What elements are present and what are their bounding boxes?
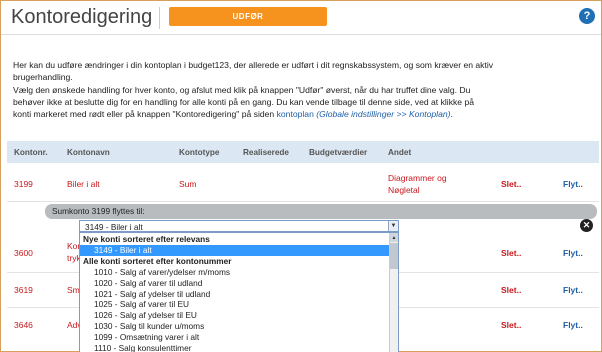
scroll-up-icon[interactable]: ▲ [390, 233, 398, 242]
dropdown-option[interactable]: 1026 - Salg af ydelser til EU [80, 310, 390, 321]
intro-line: konti markeret med rødt eller på knappen… [13, 108, 573, 120]
dropdown-option[interactable]: 1025 - Salg af varer til EU [80, 299, 390, 310]
dropdown-option[interactable]: 1110 - Salg konsulenttimer [80, 343, 390, 352]
title-divider [159, 7, 160, 29]
intro-line: brugerhandling. [13, 72, 73, 83]
row-kontonavn[interactable]: Biler i alt [67, 179, 100, 189]
dropdown-option[interactable]: 1020 - Salg af varer til udland [80, 278, 390, 289]
row-kontonr[interactable]: 3199 [14, 179, 33, 189]
col-kontotype: Kontotype [179, 148, 220, 157]
row-andet-line1[interactable]: Diagrammer og [388, 173, 447, 183]
dropdown-option[interactable]: 1099 - Omsætning varer i alt [80, 332, 390, 343]
flyt-button[interactable]: Flyt.. [563, 179, 583, 189]
row-kontotype: Sum [179, 179, 197, 189]
table-header: Kontonr. Kontonavn Kontotype Realiserede… [7, 141, 599, 163]
slet-button[interactable]: Slet.. [501, 179, 521, 189]
kontoplan-link[interactable]: kontoplan [277, 109, 314, 119]
select-value: 3149 - Biler i alt [85, 222, 143, 232]
intro-text: Her kan du udføre ændringer i din kontop… [13, 59, 573, 120]
row-kontonr[interactable]: 3619 [14, 285, 33, 295]
target-account-select[interactable]: 3149 - Biler i alt ▼ [79, 220, 399, 232]
chevron-down-icon[interactable]: ▼ [388, 221, 398, 231]
header-bar: Kontoredigering UDFØR ? [1, 1, 601, 35]
page-title: Kontoredigering [11, 6, 153, 28]
move-label: Sumkonto 3199 flyttes til: [52, 206, 145, 216]
flyt-button[interactable]: Flyt.. [563, 320, 583, 330]
col-andet: Andet [388, 148, 412, 157]
flyt-button[interactable]: Flyt.. [563, 248, 583, 258]
scroll-thumb[interactable] [390, 243, 398, 269]
row-kontonr[interactable]: 3600 [14, 248, 33, 258]
flyt-button[interactable]: Flyt.. [563, 285, 583, 295]
dropdown-scrollbar[interactable]: ▲ [389, 233, 398, 352]
intro-line: Vælg den ønskede handling for hver konto… [13, 84, 471, 95]
dropdown-group-label: Alle konti sorteret efter kontonummer [83, 255, 232, 266]
kontoplan-path-link[interactable]: (Globale indstillinger >> Kontoplan) [316, 109, 450, 119]
intro-text-prefix: konti markeret med rødt eller på knappen… [13, 109, 277, 120]
row-andet-line2[interactable]: Nøgletal [388, 185, 420, 195]
dropdown-group-label: Nye konti sorteret efter relevans [83, 234, 210, 244]
dropdown-option[interactable]: 1030 - Salg til kunder u/moms [80, 321, 390, 332]
dropdown-option[interactable]: 1021 - Salg af ydelser til udland [80, 289, 390, 300]
dropdown-option[interactable]: 1010 - Salg af varer/ydelser m/moms [80, 267, 390, 278]
slet-button[interactable]: Slet.. [501, 248, 521, 258]
close-icon[interactable]: ✕ [580, 219, 593, 232]
slet-button[interactable]: Slet.. [501, 320, 521, 330]
row-kontonr[interactable]: 3646 [14, 320, 33, 330]
intro-line: behøver ikke at beslutte dig for en hand… [13, 96, 475, 107]
help-icon[interactable]: ? [579, 8, 595, 24]
intro-line: Her kan du udføre ændringer i din kontop… [13, 60, 494, 70]
col-kontonr: Kontonr. [14, 148, 48, 157]
move-panel: Sumkonto 3199 flyttes til: [45, 204, 597, 219]
intro-text-end: . [450, 109, 453, 120]
dropdown-option[interactable]: 3149 - Biler i alt [80, 244, 390, 256]
udfor-button[interactable]: UDFØR [169, 7, 327, 26]
row-kontonavn[interactable]: Sm [67, 285, 80, 295]
col-realiserede: Realiserede [243, 148, 289, 157]
slet-button[interactable]: Slet.. [501, 285, 521, 295]
col-kontonavn: Kontonavn [67, 148, 110, 157]
col-budgetvaerdier: Budgetværdier [309, 148, 368, 157]
account-dropdown-list: 1110 - Salg konsulenttimer 1099 - Omsætni… [79, 232, 399, 352]
table-row: 3199 Biler i alt Sum Diagrammer og Nøgle… [7, 164, 599, 202]
